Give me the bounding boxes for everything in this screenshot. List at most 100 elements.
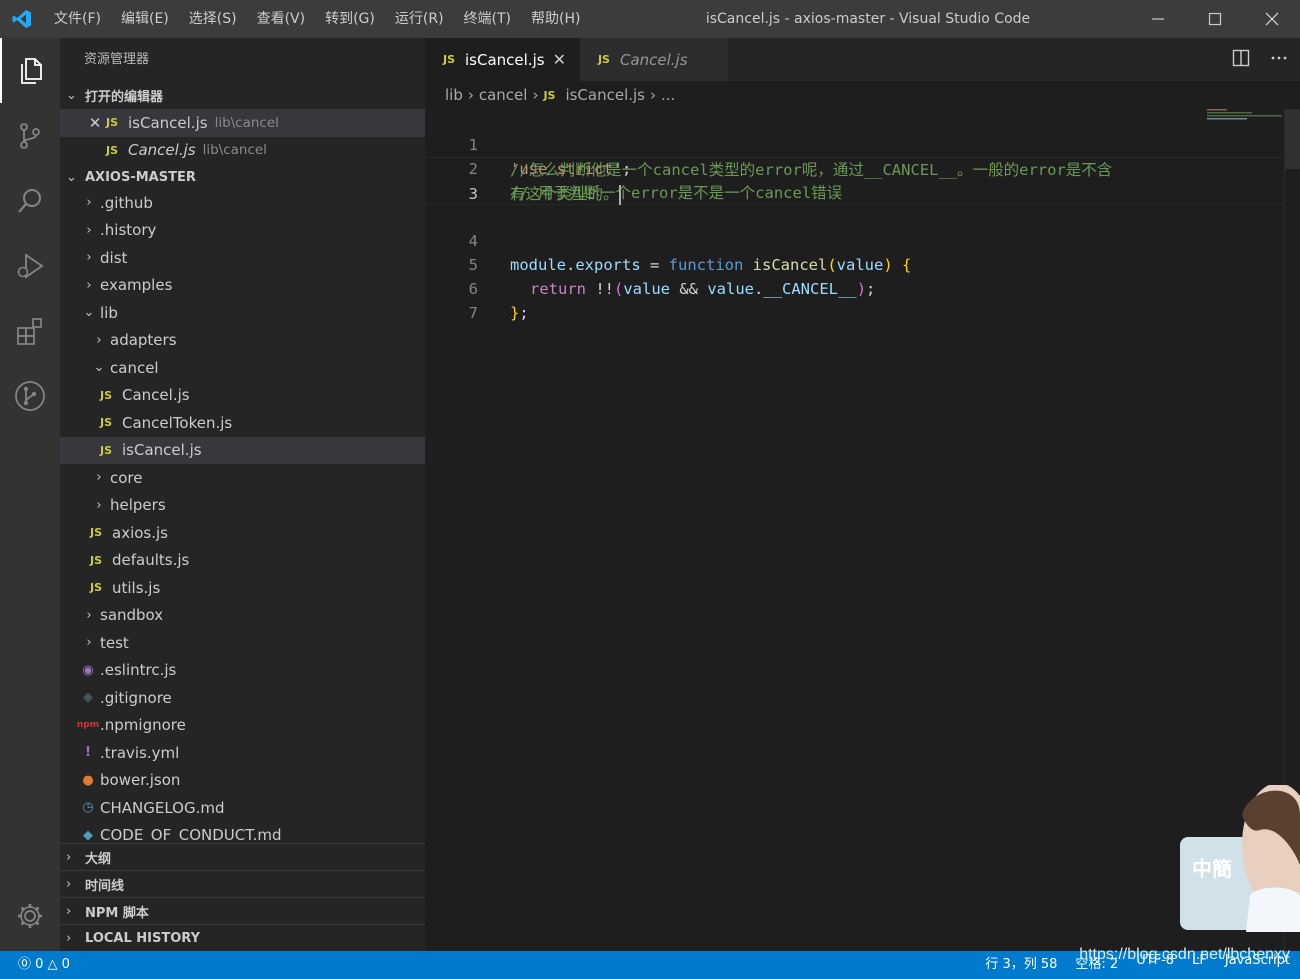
project-header[interactable]: ⌄ AXIOS-MASTER xyxy=(60,164,425,191)
section-label: LOCAL HISTORY xyxy=(85,930,200,946)
menu-selection[interactable]: 选择(S) xyxy=(179,0,247,38)
search-button[interactable] xyxy=(0,168,60,233)
sidebar-title: 资源管理器 xyxy=(84,52,150,67)
code-line: 7 xyxy=(425,277,1285,322)
tree-file[interactable]: JS axios.js xyxy=(60,519,425,547)
chevron-right-icon: › xyxy=(86,607,92,623)
code-editor[interactable]: 1 'use strict'; 2 // 用于判断一个error是不是一个can… xyxy=(425,109,1285,322)
chevron-right-icon: › xyxy=(96,332,102,348)
menu-edit[interactable]: 编辑(E) xyxy=(111,0,179,38)
yaml-icon: ! xyxy=(85,745,91,761)
tree-label: bower.json xyxy=(100,771,181,790)
code-line: 4 module.exports = function isCancel(val… xyxy=(425,205,1285,274)
close-icon[interactable]: ✕ xyxy=(553,50,566,69)
outline-header[interactable]: › 大纲 xyxy=(60,843,425,870)
section-label: 大纲 xyxy=(85,851,112,867)
tree-file[interactable]: ◆ CODE_OF_CONDUCT.md xyxy=(60,822,425,840)
menu-view[interactable]: 查看(V) xyxy=(247,0,316,38)
open-editor-item[interactable]: JS Cancel.js lib\cancel xyxy=(60,137,425,165)
tree-folder[interactable]: › helpers xyxy=(60,492,425,520)
maximize-button[interactable] xyxy=(1186,0,1243,38)
breadcrumb-item[interactable]: lib xyxy=(445,86,463,104)
code-line: 1 'use strict'; xyxy=(425,109,1285,178)
markdown-icon: ◆ xyxy=(83,827,93,840)
menu-help[interactable]: 帮助(H) xyxy=(521,0,590,38)
tree-file[interactable]: JS Cancel.js xyxy=(60,382,425,410)
more-actions-button[interactable] xyxy=(1270,49,1288,71)
chevron-down-icon: ⌄ xyxy=(93,360,105,376)
git-graph-button[interactable] xyxy=(0,363,60,428)
close-window-button[interactable] xyxy=(1243,0,1300,38)
open-editor-name: Cancel.js xyxy=(128,141,196,160)
tree-file[interactable]: JS CancelToken.js xyxy=(60,409,425,437)
tree-folder[interactable]: › examples xyxy=(60,272,425,300)
code-line: 5 return !!(value && value.__CANCEL__); xyxy=(425,229,1285,298)
eslint-icon: ◉ xyxy=(82,662,94,678)
open-editor-name: isCancel.js xyxy=(128,113,208,132)
cursor-position[interactable]: 行 3，列 58 xyxy=(985,953,1057,972)
file-tree: › .github › .history › dist › examples ⌄ lib … xyxy=(60,189,425,840)
breadcrumb-item[interactable]: isCancel.js xyxy=(565,86,645,104)
ime-widget[interactable]: 中簡 xyxy=(1180,783,1300,932)
tree-file[interactable]: JS isCancel.js xyxy=(60,436,425,464)
tree-file[interactable]: ◉ .eslintrc.js xyxy=(60,657,425,685)
js-file-icon: JS xyxy=(100,443,113,457)
tree-folder[interactable]: ⌄ cancel xyxy=(60,354,425,382)
npm-scripts-header[interactable]: › NPM 脚本 xyxy=(60,897,425,924)
local-history-header[interactable]: › LOCAL HISTORY xyxy=(60,924,425,951)
scrollbar-thumb[interactable] xyxy=(1285,109,1300,169)
js-file-icon: JS xyxy=(90,553,103,567)
tree-folder[interactable]: › core xyxy=(60,464,425,492)
breadcrumb: lib › cancel › JS isCancel.js › ... xyxy=(425,81,1300,109)
tree-folder[interactable]: › dist xyxy=(60,244,425,272)
tree-file[interactable]: JS defaults.js xyxy=(60,547,425,575)
tree-label: .gitignore xyxy=(100,688,172,707)
open-editor-item[interactable]: ✕ JS isCancel.js lib\cancel xyxy=(60,109,425,137)
tab-label: Cancel.js xyxy=(619,50,688,69)
menu-go[interactable]: 转到(G) xyxy=(315,0,385,38)
minimize-button[interactable] xyxy=(1129,0,1186,38)
source-control-button[interactable] xyxy=(0,103,60,168)
chevron-down-icon: ⌄ xyxy=(83,305,95,321)
chevron-right-icon: › xyxy=(650,86,657,104)
timeline-header[interactable]: › 时间线 xyxy=(60,870,425,897)
tree-folder[interactable]: › test xyxy=(60,629,425,657)
settings-button[interactable] xyxy=(0,891,60,941)
explorer-button[interactable] xyxy=(0,38,60,103)
minimap[interactable] xyxy=(1207,109,1282,121)
tree-file[interactable]: ! .travis.yml xyxy=(60,739,425,767)
tree-folder[interactable]: ⌄ lib xyxy=(60,299,425,327)
open-editors-header[interactable]: ⌄ 打开的编辑器 xyxy=(60,82,425,109)
bracket-token: } xyxy=(510,304,520,322)
split-editor-button[interactable] xyxy=(1232,49,1250,71)
menu-file[interactable]: 文件(F) xyxy=(44,0,111,38)
tree-label: adapters xyxy=(110,331,177,350)
chevron-right-icon: › xyxy=(96,497,102,513)
tree-file[interactable]: ◆ .gitignore xyxy=(60,684,425,712)
tree-file[interactable]: JS utils.js xyxy=(60,574,425,602)
tree-folder[interactable]: › .history xyxy=(60,217,425,245)
breadcrumb-item[interactable]: ... xyxy=(661,86,675,104)
tree-folder[interactable]: › .github xyxy=(60,189,425,217)
js-file-icon: JS xyxy=(443,53,456,66)
breadcrumb-item[interactable]: cancel xyxy=(479,86,528,104)
tree-file[interactable]: ● bower.json xyxy=(60,767,425,795)
run-debug-button[interactable] xyxy=(0,233,60,298)
problems-indicator[interactable]: ⓪ 0 △ 0 xyxy=(18,953,70,972)
ime-widget-label: 中簡 xyxy=(1192,857,1232,881)
tree-file[interactable]: npm .npmignore xyxy=(60,712,425,740)
extensions-button[interactable] xyxy=(0,298,60,363)
tree-label: helpers xyxy=(110,496,166,515)
tree-file[interactable]: ◷ CHANGELOG.md xyxy=(60,794,425,822)
tree-folder[interactable]: › adapters xyxy=(60,327,425,355)
tab-cancel[interactable]: JS Cancel.js xyxy=(579,38,728,81)
comment-token: //怎么判断他是一个cancel类型的error呢，通过__CANCEL__。一… xyxy=(510,161,1113,179)
section-label: 时间线 xyxy=(85,878,125,894)
close-icon[interactable]: ✕ xyxy=(84,114,106,132)
menu-terminal[interactable]: 终端(T) xyxy=(454,0,521,38)
chevron-right-icon: › xyxy=(86,195,92,211)
chevron-down-icon: ⌄ xyxy=(66,88,77,103)
tree-folder[interactable]: › sandbox xyxy=(60,602,425,630)
menu-run[interactable]: 运行(R) xyxy=(385,0,454,38)
tab-iscancel[interactable]: JS isCancel.js ✕ xyxy=(425,38,580,81)
